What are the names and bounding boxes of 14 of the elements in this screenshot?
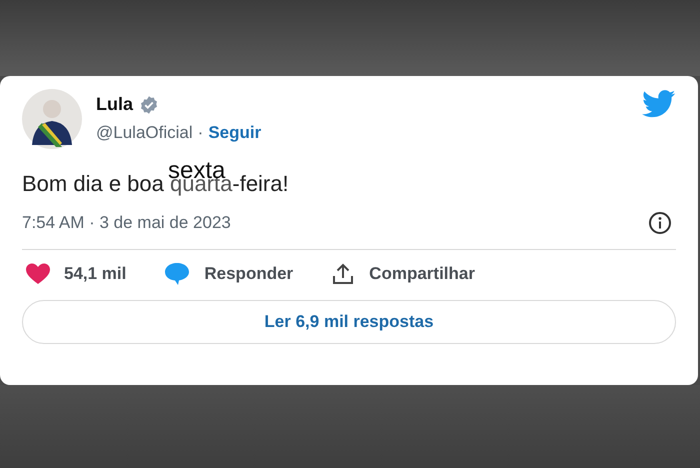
tweet-timestamp[interactable]: 7:54 AM · 3 de mai de 2023 [22, 213, 231, 234]
separator-dot: · [198, 123, 204, 143]
reply-label[interactable]: Responder [204, 264, 294, 284]
share-label[interactable]: Compartilhar [369, 264, 475, 284]
share-icon[interactable] [331, 262, 356, 286]
author-name[interactable]: Lula [96, 94, 134, 115]
heart-icon[interactable] [26, 263, 50, 286]
author-handle: @LulaOficial [96, 123, 193, 143]
info-icon[interactable] [648, 211, 672, 236]
like-label[interactable]: 54,1 mil [64, 264, 126, 284]
follow-link[interactable]: Seguir [208, 123, 262, 143]
speech-bubble-icon[interactable] [164, 262, 190, 286]
bird-logo-icon[interactable] [642, 90, 676, 118]
read-replies-button[interactable]: Ler 6,9 mil respostas [22, 300, 676, 344]
